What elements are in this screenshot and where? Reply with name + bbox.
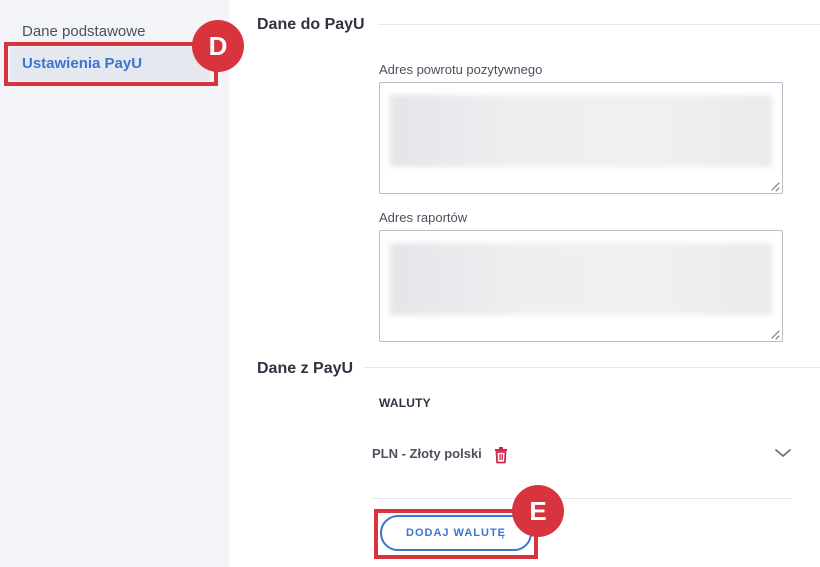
redacted-value (390, 95, 772, 167)
section-divider (378, 24, 820, 25)
currencies-label: WALUTY (379, 396, 431, 410)
resize-handle-icon[interactable] (771, 182, 780, 191)
sidebar-item-dane-podstawowe[interactable]: Dane podstawowe (10, 15, 210, 49)
row-divider (372, 498, 792, 499)
currency-name: PLN - Złoty polski (372, 446, 482, 461)
return-url-textarea[interactable] (379, 82, 783, 194)
chevron-down-icon[interactable] (774, 446, 792, 464)
add-currency-button[interactable]: DODAJ WALUTĘ (380, 515, 532, 551)
redacted-value (390, 243, 772, 315)
section-title-payu-data: Dane z PayU (257, 360, 354, 377)
currency-row[interactable]: PLN - Złoty polski (372, 440, 792, 470)
reports-url-label: Adres raportów (379, 210, 468, 225)
section-divider (364, 367, 820, 368)
sidebar-item-ustawienia-payu[interactable]: Ustawienia PayU (10, 47, 210, 81)
trash-icon[interactable] (492, 446, 510, 469)
reports-url-textarea[interactable] (379, 230, 783, 342)
return-url-label: Adres powrotu pozytywnego (379, 62, 543, 77)
sidebar: Dane podstawowe Ustawienia PayU (0, 0, 229, 567)
annotation-badge-d: D (192, 20, 244, 72)
annotation-badge-e: E (512, 485, 564, 537)
section-title-payu-settings: Dane do PayU (257, 16, 365, 33)
resize-handle-icon[interactable] (771, 330, 780, 339)
